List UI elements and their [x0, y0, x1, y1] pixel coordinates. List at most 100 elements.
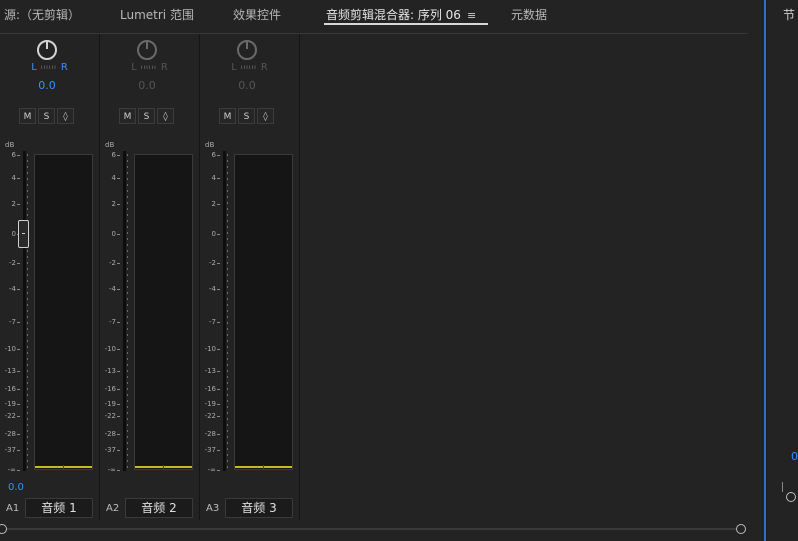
tab-effect-controls[interactable]: 效果控件: [233, 6, 281, 24]
pan-ticks-icon: ıııııı: [40, 63, 57, 71]
pan-lr-indicator: Lıııııı R: [200, 62, 299, 73]
volume-fader-track[interactable]: [23, 151, 26, 471]
solo-button[interactable]: S: [138, 108, 155, 124]
db-scale-tick: [217, 155, 220, 156]
scrollbar-start-handle[interactable]: [0, 524, 7, 534]
channel-name-field[interactable]: 音频 1: [25, 498, 93, 518]
pan-value[interactable]: 0.0: [0, 79, 94, 92]
db-scale-tick: [117, 371, 120, 372]
fader-dash-guide: [127, 154, 128, 470]
pan-knob-icon[interactable]: [37, 40, 57, 60]
db-scale-tick: [217, 434, 220, 435]
horizontal-scrollbar[interactable]: [0, 523, 748, 535]
db-scale-label: -22: [4, 412, 16, 420]
db-scale-tick: [117, 204, 120, 205]
db-scale-label: -4: [209, 285, 216, 293]
db-scale-label: -16: [104, 385, 116, 393]
tab-source[interactable]: 源:（无剪辑）: [4, 6, 80, 24]
pan-value[interactable]: 0.0: [100, 79, 194, 92]
keyframe-button[interactable]: ◊: [257, 108, 274, 124]
pan-lr-indicator: Lıııııı R: [100, 62, 199, 73]
db-scale-label: -∞: [207, 466, 216, 474]
tab-metadata[interactable]: 元数据: [511, 6, 547, 24]
db-scale-tick: [117, 349, 120, 350]
db-scale-label: -28: [4, 430, 16, 438]
db-scale-label: -37: [4, 446, 16, 454]
db-scale-label: -16: [204, 385, 216, 393]
db-scale-tick: [217, 470, 220, 471]
db-scale-label: -28: [104, 430, 116, 438]
scrollbar-end-handle[interactable]: [736, 524, 746, 534]
db-scale-tick: [217, 263, 220, 264]
db-scale-tick: [117, 289, 120, 290]
pan-value[interactable]: 0.0: [200, 79, 294, 92]
db-scale-label: -10: [204, 345, 216, 353]
pan-lr-indicator: Lıııııı R: [0, 62, 99, 73]
keyframe-button[interactable]: ◊: [57, 108, 74, 124]
db-scale-label: -22: [104, 412, 116, 420]
db-scale-label: -7: [109, 318, 116, 326]
volume-fader-track[interactable]: [123, 151, 126, 471]
tab-lumetri-scopes[interactable]: Lumetri 范围: [120, 6, 194, 24]
channel-id-label: A3: [206, 503, 220, 514]
db-scale-tick: [117, 234, 120, 235]
db-scale-label: -7: [209, 318, 216, 326]
db-scale-label: -13: [4, 367, 16, 375]
pan-right-label: R: [160, 62, 168, 73]
adjacent-panel-title[interactable]: 节: [783, 6, 795, 23]
channel-name-field[interactable]: 音频 2: [125, 498, 193, 518]
db-scale-label: 6: [111, 151, 116, 159]
db-scale-tick: [117, 263, 120, 264]
fader-value[interactable]: 0.0: [8, 482, 24, 493]
mute-button[interactable]: M: [19, 108, 36, 124]
keyframe-button[interactable]: ◊: [157, 108, 174, 124]
db-scale-tick: [17, 289, 20, 290]
db-scale-label: -10: [104, 345, 116, 353]
tab-audio-clip-mixer-label: 音频剪辑混合器: 序列 06: [326, 8, 461, 22]
db-scale-label: 2: [11, 200, 16, 208]
db-scale-tick: [217, 204, 220, 205]
db-scale-label: -19: [204, 400, 216, 408]
tab-audio-clip-mixer[interactable]: 音频剪辑混合器: 序列 06 ≡: [326, 6, 476, 24]
volume-fader-handle[interactable]: [18, 220, 29, 248]
scrollbar-track[interactable]: [6, 528, 741, 530]
channel-name-field[interactable]: 音频 3: [225, 498, 293, 518]
adjacent-panel-slider-handle[interactable]: [786, 492, 796, 502]
db-scale-tick: [17, 470, 20, 471]
adjacent-panel: 节 0: [767, 0, 798, 541]
db-scale-label: -∞: [7, 466, 16, 474]
audio-level-meter: [34, 154, 93, 470]
db-scale-label: -4: [9, 285, 16, 293]
pan-right-label: R: [260, 62, 268, 73]
db-scale-tick: [217, 371, 220, 372]
pan-knob-icon[interactable]: [237, 40, 257, 60]
volume-fader-track[interactable]: [223, 151, 226, 471]
adjacent-panel-value[interactable]: 0: [791, 450, 798, 463]
mute-button[interactable]: M: [219, 108, 236, 124]
hamburger-menu-icon[interactable]: ≡: [467, 9, 476, 22]
meter-channel-split: [263, 465, 264, 469]
pan-left-label: L: [31, 62, 37, 73]
db-scale-label: -2: [209, 259, 216, 267]
db-scale-label: 6: [11, 151, 16, 159]
db-scale-tick: [217, 322, 220, 323]
pan-knob-icon[interactable]: [137, 40, 157, 60]
db-scale-label: 4: [11, 174, 16, 182]
msr-button-group: M S ◊: [219, 108, 274, 124]
pan-ticks-icon: ıııııı: [140, 63, 157, 71]
db-scale-label: -13: [104, 367, 116, 375]
solo-button[interactable]: S: [238, 108, 255, 124]
db-scale-label: -19: [4, 400, 16, 408]
db-scale-tick: [117, 389, 120, 390]
audio-level-meter: [234, 154, 293, 470]
mute-button[interactable]: M: [119, 108, 136, 124]
db-scale-tick: [117, 470, 120, 471]
db-scale-tick: [17, 155, 20, 156]
db-unit-label: dB: [5, 141, 15, 149]
db-scale-tick: [17, 450, 20, 451]
solo-button[interactable]: S: [38, 108, 55, 124]
db-scale-tick: [17, 178, 20, 179]
db-scale-tick: [217, 349, 220, 350]
pan-left-label: L: [231, 62, 237, 73]
db-scale-tick: [17, 371, 20, 372]
